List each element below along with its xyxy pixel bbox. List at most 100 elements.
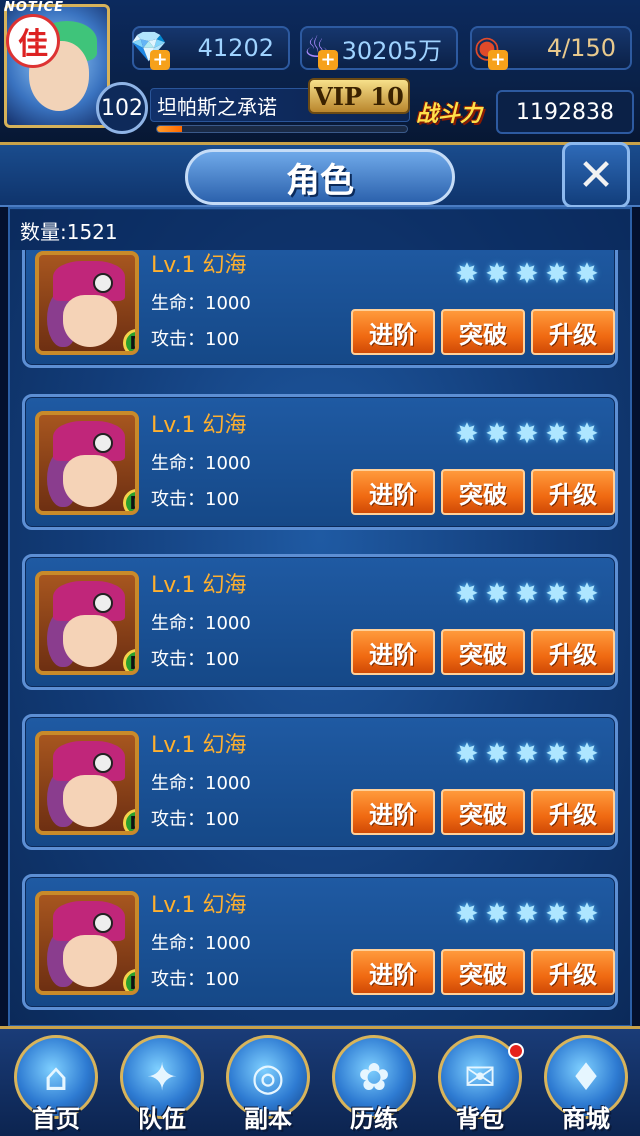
character-attack: 攻击：100	[151, 489, 240, 510]
advance-button[interactable]: 进阶	[351, 949, 435, 995]
character-portrait[interactable]: D	[35, 731, 139, 835]
star-rating: ✸ ✸ ✸ ✸ ✸	[453, 897, 601, 931]
advance-button[interactable]: 进阶	[351, 309, 435, 355]
upgrade-button[interactable]: 升级	[531, 789, 615, 835]
gems-value: 41202	[197, 34, 274, 62]
star-icon: ✸	[575, 897, 599, 930]
star-icon: ✸	[575, 417, 599, 450]
jia-badge[interactable]: 佳	[6, 14, 60, 68]
character-hp: 生命：1000	[151, 293, 251, 314]
add-stamina-icon[interactable]: +	[488, 50, 508, 70]
star-icon: ✸	[515, 897, 539, 930]
star-icon: ✸	[545, 897, 569, 930]
notice-label[interactable]: NOTICE	[4, 0, 64, 15]
character-card[interactable]: D Lv.1 幻海 生命：1000 攻击：100 ✸✸✸✸✸ 进阶 突破 升级	[22, 394, 618, 530]
hat-badge	[93, 913, 113, 933]
power-label: 战斗力	[416, 102, 483, 127]
star-icon: ✸	[455, 737, 479, 770]
star-icon: ✸	[515, 577, 539, 610]
exp-bar-fill	[157, 126, 182, 132]
star-icon: ✸	[545, 737, 569, 770]
star-icon: ✸	[575, 737, 599, 770]
add-gems-icon[interactable]: +	[150, 50, 170, 70]
nav-item[interactable]: ✿ 历练	[324, 1035, 424, 1136]
advance-button[interactable]: 进阶	[351, 469, 435, 515]
nav-item[interactable]: ✉ 背包	[430, 1035, 530, 1136]
character-name: Lv.1 幻海	[151, 573, 247, 598]
character-portrait[interactable]: D	[35, 571, 139, 675]
portrait-face	[63, 615, 117, 667]
star-rating: ✸ ✸ ✸ ✸ ✸	[453, 417, 601, 451]
nav-item[interactable]: ⌂ 首页	[6, 1035, 106, 1136]
nav-item[interactable]: ♦ 商城	[536, 1035, 636, 1136]
star-icon: ✸	[485, 897, 509, 930]
gems-counter[interactable]: 💎 + 41202	[130, 26, 290, 70]
add-spirit-icon[interactable]: +	[318, 50, 338, 70]
rank-badge: D	[123, 649, 135, 671]
character-name: Lv.1 幻海	[151, 893, 247, 918]
exp-bar	[156, 125, 408, 133]
star-rating: ✸ ✸ ✸ ✸ ✸	[453, 577, 601, 611]
power-value: 1192838	[496, 90, 634, 134]
player-level: 102	[96, 82, 148, 134]
upgrade-button[interactable]: 升级	[531, 469, 615, 515]
upgrade-button[interactable]: 升级	[531, 309, 615, 355]
character-card[interactable]: D Lv.1 幻海 生命：1000 攻击：100 ✸✸✸✸✸ 进阶 突破 升级	[22, 554, 618, 690]
star-icon: ✸	[545, 257, 569, 290]
breakthrough-button[interactable]: 突破	[441, 309, 525, 355]
nav-label: 队伍	[138, 1105, 186, 1133]
character-name: Lv.1 幻海	[151, 413, 247, 438]
nav-label: 商城	[562, 1105, 610, 1133]
upgrade-button[interactable]: 升级	[531, 949, 615, 995]
hat-badge	[93, 593, 113, 613]
page-title: 角色	[185, 149, 455, 205]
star-icon: ✸	[485, 577, 509, 610]
food-bowl-icon: ◉ +	[462, 22, 512, 72]
rank-badge: D	[123, 489, 135, 511]
hat-badge	[93, 273, 113, 293]
nav-label: 副本	[244, 1105, 292, 1133]
character-portrait[interactable]: D	[35, 411, 139, 515]
title-band: 角色	[0, 145, 640, 207]
star-icon: ✸	[575, 257, 599, 290]
close-button[interactable]: ✕	[562, 142, 630, 208]
advance-button[interactable]: 进阶	[351, 629, 435, 675]
notification-dot	[508, 1043, 524, 1059]
star-icon: ✸	[545, 417, 569, 450]
breakthrough-button[interactable]: 突破	[441, 469, 525, 515]
breakthrough-button[interactable]: 突破	[441, 629, 525, 675]
star-rating: ✸ ✸ ✸ ✸ ✸	[453, 737, 601, 771]
stamina-value: 4/150	[546, 34, 616, 62]
star-icon: ✸	[515, 257, 539, 290]
rank-badge: D	[123, 809, 135, 831]
diamond-icon: 💎 +	[124, 22, 174, 72]
hat-badge	[93, 753, 113, 773]
nav-item[interactable]: ◎ 副本	[218, 1035, 318, 1136]
character-portrait[interactable]: D	[35, 251, 139, 355]
stamina-counter[interactable]: ◉ + 4/150	[470, 26, 632, 70]
star-icon: ✸	[455, 897, 479, 930]
character-card[interactable]: D Lv.1 幻海 生命：1000 攻击：100 ✸✸✸✸✸ 进阶 突破 升级	[22, 250, 618, 368]
advance-button[interactable]: 进阶	[351, 789, 435, 835]
star-icon: ✸	[455, 577, 479, 610]
top-status-bar: NOTICE 佳 💎 + 41202 ♨ + 30205万 ◉ + 4/150 102…	[0, 0, 640, 145]
breakthrough-button[interactable]: 突破	[441, 789, 525, 835]
rank-badge: D	[123, 329, 135, 351]
spirit-counter[interactable]: ♨ + 30205万	[300, 26, 458, 70]
character-attack: 攻击：100	[151, 969, 240, 990]
purple-flame-icon: ♨ +	[292, 22, 342, 72]
nav-item[interactable]: ✦ 队伍	[112, 1035, 212, 1136]
nav-label: 背包	[456, 1105, 504, 1133]
character-attack: 攻击：100	[151, 649, 240, 670]
character-hp: 生命：1000	[151, 773, 251, 794]
character-card[interactable]: D Lv.1 幻海 生命：1000 攻击：100 ✸✸✸✸✸ 进阶 突破 升级	[22, 714, 618, 850]
star-icon: ✸	[575, 577, 599, 610]
character-attack: 攻击：100	[151, 329, 240, 350]
upgrade-button[interactable]: 升级	[531, 629, 615, 675]
nav-label: 历练	[350, 1105, 398, 1133]
portrait-face	[63, 775, 117, 827]
character-card[interactable]: D Lv.1 幻海 生命：1000 攻击：100 ✸✸✸✸✸ 进阶 突破 升级	[22, 874, 618, 1010]
vip-badge[interactable]: VIP 10	[308, 78, 410, 114]
character-portrait[interactable]: D	[35, 891, 139, 995]
breakthrough-button[interactable]: 突破	[441, 949, 525, 995]
